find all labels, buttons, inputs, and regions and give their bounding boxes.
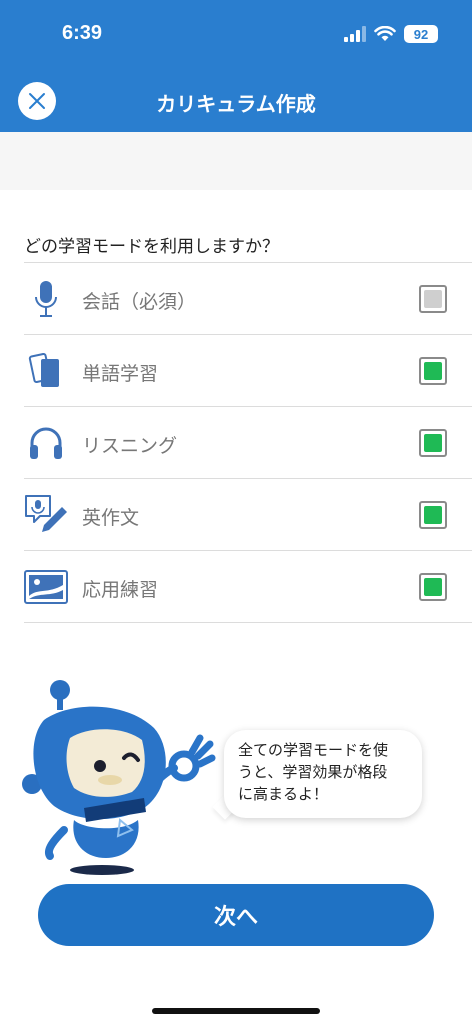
option-label: 会話（必須）: [82, 291, 197, 313]
option-checkbox[interactable]: [419, 573, 447, 601]
header-spacer: [0, 132, 472, 190]
microphone-icon: [24, 279, 68, 319]
question-text: どの学習モードを利用しますか？: [24, 237, 279, 257]
pen-speech-icon: [24, 495, 68, 535]
option-label: 英作文: [82, 507, 140, 529]
option-listening[interactable]: リスニング: [24, 407, 472, 479]
option-checkbox[interactable]: [419, 357, 447, 385]
next-button[interactable]: 次へ: [38, 884, 434, 946]
mascot-robot: [22, 680, 216, 875]
speech-bubble: 全ての学習モードを使 うと、学習効果が格段 に高まるよ！: [224, 730, 422, 818]
cards-icon: [24, 351, 68, 391]
wifi-icon: [374, 26, 396, 41]
status-time: 6:39: [62, 22, 103, 44]
signal-icon: [344, 26, 366, 42]
page-title: カリキュラム作成: [156, 92, 316, 116]
option-checkbox[interactable]: [419, 501, 447, 529]
status-bar: 6:39 92: [0, 0, 472, 70]
nav-bar: カリキュラム作成: [0, 70, 472, 132]
option-conversation[interactable]: 会話（必須）: [24, 263, 472, 335]
home-indicator: [152, 1008, 320, 1014]
option-label: 応用練習: [82, 579, 159, 601]
battery-indicator: 92: [404, 25, 438, 43]
option-vocabulary[interactable]: 単語学習: [24, 335, 472, 407]
picture-icon: [24, 567, 68, 607]
option-applied-practice[interactable]: 応用練習: [24, 551, 472, 623]
mode-options-list: 会話（必須） 単語学習 リスニング 英作文 応用練習: [24, 262, 472, 623]
option-checkbox[interactable]: [419, 429, 447, 457]
option-label: 単語学習: [82, 363, 159, 385]
option-checkbox[interactable]: [419, 285, 447, 313]
option-composition[interactable]: 英作文: [24, 479, 472, 551]
headphones-icon: [24, 423, 68, 463]
status-icons: 92: [344, 24, 438, 44]
option-label: リスニング: [82, 435, 178, 457]
